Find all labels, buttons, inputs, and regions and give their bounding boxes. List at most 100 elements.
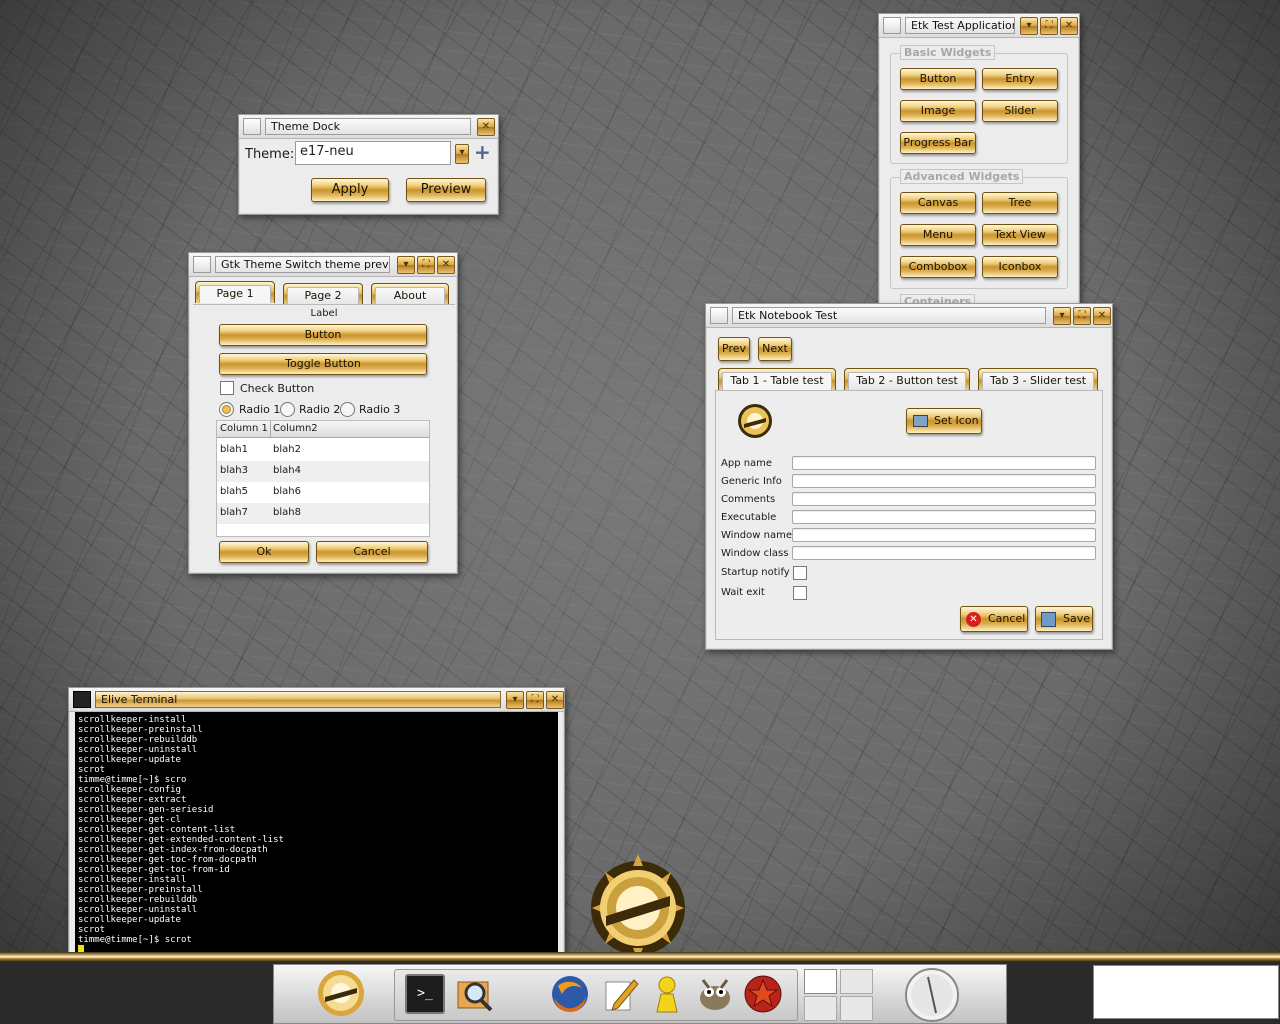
pager-desk[interactable] — [840, 996, 873, 1021]
theme-dropdown-chevron-down-icon[interactable]: ▾ — [455, 144, 469, 164]
clock-icon — [904, 967, 960, 1023]
maximize-icon[interactable]: ⛶ — [1040, 17, 1058, 35]
tab-page-2[interactable]: Page 2 — [283, 283, 363, 305]
text-view-test-button[interactable]: Text View — [982, 224, 1058, 246]
terminal-titlebar[interactable]: Elive Terminal ▾ ⛶ ✕ — [69, 688, 564, 712]
theme-dock-titlebar[interactable]: Theme Dock ✕ — [239, 115, 498, 139]
terminal-line: scrollkeeper-install — [78, 715, 187, 725]
theme-input[interactable]: e17-neu — [295, 141, 451, 165]
ok-button[interactable]: Ok — [219, 541, 309, 563]
executable-field[interactable] — [792, 510, 1096, 524]
minimize-icon[interactable]: ▾ — [1053, 307, 1071, 325]
maximize-icon[interactable]: ⛶ — [1073, 307, 1091, 325]
tab-button-test[interactable]: Tab 2 - Button test — [844, 368, 970, 390]
firefox-icon[interactable] — [550, 974, 590, 1014]
check-button-checkbox[interactable] — [220, 381, 234, 395]
tree-view[interactable]: Column 1 Column2 blah1 blah2 blah3 blah4… — [216, 420, 430, 537]
tab-slider-test[interactable]: Tab 3 - Slider test — [978, 368, 1098, 390]
iconbox-test-button[interactable]: Iconbox — [982, 256, 1058, 278]
close-icon[interactable]: ✕ — [1060, 17, 1078, 35]
window-name-label: Window name — [721, 530, 792, 541]
comments-field[interactable] — [792, 492, 1096, 506]
toggle-button[interactable]: Toggle Button — [219, 353, 427, 375]
pager-icon[interactable] — [804, 969, 874, 1021]
tab-page-1[interactable]: Page 1 — [195, 281, 275, 303]
table-row[interactable]: blah1 blah2 — [217, 440, 429, 461]
maximize-icon[interactable]: ⛶ — [417, 256, 435, 274]
close-icon[interactable]: ✕ — [437, 256, 455, 274]
window-menu-icon[interactable] — [243, 118, 261, 135]
minimize-icon[interactable]: ▾ — [397, 256, 415, 274]
search-icon[interactable] — [455, 974, 495, 1014]
maximize-icon[interactable]: ⛶ — [526, 691, 544, 709]
menu-test-button[interactable]: Menu — [900, 224, 976, 246]
cancel-label: Cancel — [988, 612, 1026, 625]
messenger-icon[interactable] — [647, 974, 687, 1014]
next-button[interactable]: Next — [758, 337, 792, 361]
window-menu-icon[interactable] — [710, 307, 728, 324]
tab-table-test[interactable]: Tab 1 - Table test — [718, 368, 836, 390]
column-2-header[interactable]: Column2 — [273, 423, 318, 434]
wait-exit-checkbox[interactable] — [793, 586, 807, 600]
startup-notify-checkbox[interactable] — [793, 566, 807, 580]
window-name-field[interactable] — [792, 528, 1096, 542]
save-button[interactable]: Save — [1035, 606, 1093, 632]
start-menu-e17-icon[interactable] — [316, 968, 366, 1018]
terminal-line: timme@timme[~]$ scro — [78, 775, 187, 785]
canvas-test-button[interactable]: Canvas — [900, 192, 976, 214]
pager-desk[interactable] — [804, 969, 837, 994]
cancel-button[interactable]: Cancel — [316, 541, 428, 563]
gtk-preview-titlebar[interactable]: Gtk Theme Switch theme previ... ▾ ⛶ ✕ — [189, 253, 457, 277]
slider-test-button[interactable]: Slider — [982, 100, 1058, 122]
preview-button[interactable]: Preview — [406, 178, 486, 202]
tab-about[interactable]: About — [371, 283, 449, 305]
radio-2-radio[interactable] — [280, 402, 295, 417]
etk-app-titlebar[interactable]: Etk Test Application ▾ ⛶ ✕ — [879, 14, 1079, 38]
window-class-field[interactable] — [792, 546, 1096, 560]
button-test-button[interactable]: Button — [900, 68, 976, 90]
cancel-button[interactable]: ✕ Cancel — [960, 606, 1028, 632]
table-cell: blah1 — [220, 444, 248, 455]
column-1-header[interactable]: Column 1 — [220, 423, 268, 434]
entry-test-button[interactable]: Entry — [982, 68, 1058, 90]
terminal-icon[interactable]: >_ — [405, 974, 445, 1014]
pager-desk[interactable] — [804, 996, 837, 1021]
window-menu-icon[interactable] — [193, 256, 211, 273]
generic-info-field[interactable] — [792, 474, 1096, 488]
close-icon[interactable]: ✕ — [477, 118, 495, 136]
app-name-field[interactable] — [792, 456, 1096, 470]
table-cell: blah3 — [220, 465, 248, 476]
image-test-button[interactable]: Image — [900, 100, 976, 122]
prev-button[interactable]: Prev — [718, 337, 750, 361]
close-icon[interactable]: ✕ — [546, 691, 564, 709]
table-row[interactable]: blah5 blah6 — [217, 482, 429, 503]
combobox-test-button[interactable]: Combobox — [900, 256, 976, 278]
minimize-icon[interactable]: ▾ — [1020, 17, 1038, 35]
pager-desk[interactable] — [840, 969, 873, 994]
gimp-icon[interactable] — [695, 974, 735, 1014]
terminal-line: scrot — [78, 765, 106, 775]
terminal-line: scrollkeeper-install — [78, 875, 187, 885]
set-icon-button[interactable]: Set Icon — [906, 408, 982, 434]
notebook-titlebar[interactable]: Etk Notebook Test ▾ ⛶ ✕ — [706, 304, 1112, 328]
minimize-icon[interactable]: ▾ — [506, 691, 524, 709]
tree-test-button[interactable]: Tree — [982, 192, 1058, 214]
text-editor-icon[interactable] — [600, 974, 640, 1014]
add-theme-plus-icon[interactable]: + — [474, 142, 492, 162]
table-row[interactable]: blah7 blah8 — [217, 503, 429, 524]
table-row[interactable]: blah3 blah4 — [217, 461, 429, 482]
terminal-output[interactable]: scrollkeeper-install scrollkeeper-preins… — [75, 712, 558, 957]
button-button[interactable]: Button — [219, 324, 427, 346]
table-cell: blah6 — [273, 486, 301, 497]
set-icon-label: Set Icon — [934, 414, 979, 427]
apply-button[interactable]: Apply — [311, 178, 389, 202]
terminal-icon[interactable] — [73, 691, 91, 708]
gtk-theme-preview-window: Gtk Theme Switch theme previ... ▾ ⛶ ✕ Pa… — [188, 252, 458, 574]
media-player-icon[interactable] — [743, 974, 783, 1014]
progress-bar-test-button[interactable]: Progress Bar — [900, 132, 976, 154]
label-text: Label — [310, 308, 338, 319]
window-menu-icon[interactable] — [883, 17, 901, 34]
radio-1-radio[interactable] — [219, 402, 234, 417]
radio-3-radio[interactable] — [340, 402, 355, 417]
close-icon[interactable]: ✕ — [1093, 307, 1111, 325]
